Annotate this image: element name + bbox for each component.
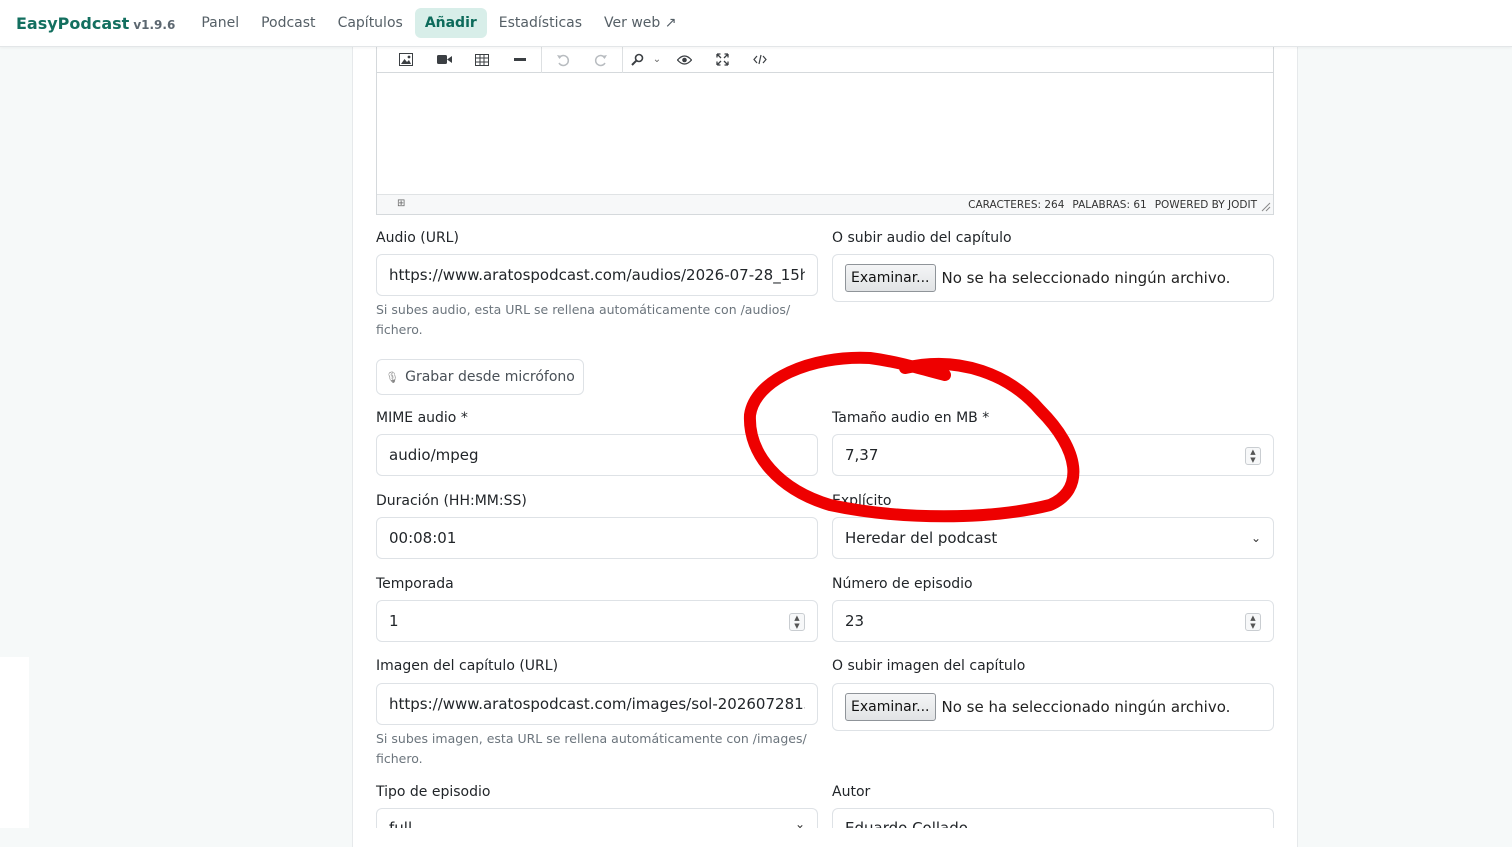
source-code-icon[interactable]: [741, 50, 779, 70]
horizontal-line-icon[interactable]: [501, 50, 539, 70]
toolbar-separator: [541, 46, 542, 73]
audio-upload-input[interactable]: Examinar... No se ha seleccionado ningún…: [832, 254, 1274, 302]
editor-content-area[interactable]: [377, 73, 1273, 194]
status-menu-icon[interactable]: ⊞: [397, 198, 405, 209]
undo-icon[interactable]: [544, 50, 582, 70]
size-stepper[interactable]: ▲ ▼: [1245, 447, 1261, 465]
top-navbar: EasyPodcast v1.9.6 Panel Podcast Capítul…: [0, 0, 1512, 47]
fullscreen-icon[interactable]: [703, 50, 741, 70]
size-value: 7,37: [845, 446, 879, 464]
audio-browse-button[interactable]: Examinar...: [845, 264, 936, 292]
season-stepper[interactable]: ▲ ▼: [789, 613, 805, 631]
audio-url-hint: Si subes audio, esta URL se rellena auto…: [376, 302, 791, 337]
record-mic-label: Grabar desde micrófono: [405, 369, 575, 385]
season-input[interactable]: 1 ▲ ▼: [376, 600, 818, 642]
powered-by[interactable]: POWERED BY JODIT: [1155, 199, 1257, 211]
search-icon[interactable]: [625, 50, 649, 70]
size-input[interactable]: 7,37 ▲ ▼: [832, 434, 1274, 476]
nav-links: Panel Podcast Capítulos Añadir Estadísti…: [191, 8, 688, 38]
season-value: 1: [389, 612, 399, 630]
editor-toolbar: ⌄: [377, 46, 1273, 73]
explicit-label: Explícito: [832, 493, 892, 509]
image-browse-button[interactable]: Examinar...: [845, 693, 936, 721]
record-mic-button[interactable]: 🎙 Grabar desde micrófono: [376, 359, 584, 395]
eye-icon[interactable]: [665, 50, 703, 70]
episode-type-label: Tipo de episodio: [376, 784, 491, 800]
episode-type-select[interactable]: full ⌄: [376, 808, 818, 828]
nav-link-capitulos[interactable]: Capítulos: [328, 8, 413, 38]
video-icon[interactable]: [425, 50, 463, 70]
size-label: Tamaño audio en MB *: [832, 410, 990, 426]
explicit-value: Heredar del podcast: [845, 529, 998, 547]
nav-link-podcast[interactable]: Podcast: [251, 8, 325, 38]
redo-icon[interactable]: [582, 50, 620, 70]
table-icon[interactable]: [463, 50, 501, 70]
episode-type-value: full: [389, 819, 413, 828]
audio-url-label: Audio (URL): [376, 230, 459, 246]
rich-text-editor: ⌄ ⊞ CARACTERES: 264 PALABRAS: 61 POWERED…: [376, 46, 1274, 215]
editor-status-bar: ⊞ CARACTERES: 264 PALABRAS: 61 POWERED B…: [377, 194, 1273, 214]
episode-input[interactable]: 23 ▲ ▼: [832, 600, 1274, 642]
explicit-select[interactable]: Heredar del podcast ⌄: [832, 517, 1274, 559]
image-url-label: Imagen del capítulo (URL): [376, 658, 559, 674]
nav-link-panel[interactable]: Panel: [191, 8, 249, 38]
chevron-down-icon[interactable]: ⌄: [649, 54, 665, 65]
episode-stepper[interactable]: ▲ ▼: [1245, 613, 1261, 631]
image-url-value: https://www.aratospodcast.com/images/sol…: [389, 695, 805, 713]
audio-upload-label: O subir audio del capítulo: [832, 230, 1012, 246]
nav-link-ver-web[interactable]: Ver web ↗: [594, 8, 686, 38]
resize-handle-icon[interactable]: [1261, 202, 1271, 212]
brand-version: v1.9.6: [133, 17, 176, 32]
mime-input[interactable]: audio/mpeg: [376, 434, 818, 476]
episode-label: Número de episodio: [832, 576, 973, 592]
image-icon[interactable]: [387, 50, 425, 70]
toolbar-separator: [622, 46, 623, 73]
duration-label: Duración (HH:MM:SS): [376, 493, 527, 509]
author-value: Eduardo Collado: [845, 819, 968, 828]
left-panel-edge: [0, 657, 29, 828]
brand[interactable]: EasyPodcast v1.9.6: [16, 14, 175, 33]
season-label: Temporada: [376, 576, 454, 592]
chevron-down-icon: ⌄: [794, 817, 805, 828]
word-count: PALABRAS: 61: [1072, 198, 1147, 211]
brand-name: EasyPodcast: [16, 13, 130, 33]
char-count: CARACTERES: 264: [968, 198, 1065, 211]
duration-value: 00:08:01: [389, 529, 457, 547]
episode-value: 23: [845, 612, 865, 630]
nav-link-anadir[interactable]: Añadir: [414, 8, 487, 38]
duration-input[interactable]: 00:08:01: [376, 517, 818, 559]
mime-value: audio/mpeg: [389, 446, 479, 464]
chevron-down-icon: ⌄: [1250, 531, 1261, 545]
audio-url-input[interactable]: https://www.aratospodcast.com/audios/202…: [376, 254, 818, 296]
audio-upload-status: No se ha seleccionado ningún archivo.: [941, 269, 1231, 287]
audio-url-value: https://www.aratospodcast.com/audios/202…: [389, 266, 805, 284]
author-input[interactable]: Eduardo Collado: [832, 808, 1274, 828]
image-url-hint: Si subes imagen, esta URL se rellena aut…: [376, 731, 807, 766]
author-label: Autor: [832, 784, 871, 800]
image-url-input[interactable]: https://www.aratospodcast.com/images/sol…: [376, 683, 818, 725]
mime-label: MIME audio *: [376, 410, 468, 426]
microphone-icon: 🎙: [385, 370, 400, 384]
image-upload-input[interactable]: Examinar... No se ha seleccionado ningún…: [832, 683, 1274, 731]
nav-link-estadisticas[interactable]: Estadísticas: [489, 8, 592, 38]
image-upload-status: No se ha seleccionado ningún archivo.: [941, 698, 1231, 716]
image-upload-label: O subir imagen del capítulo: [832, 658, 1026, 674]
